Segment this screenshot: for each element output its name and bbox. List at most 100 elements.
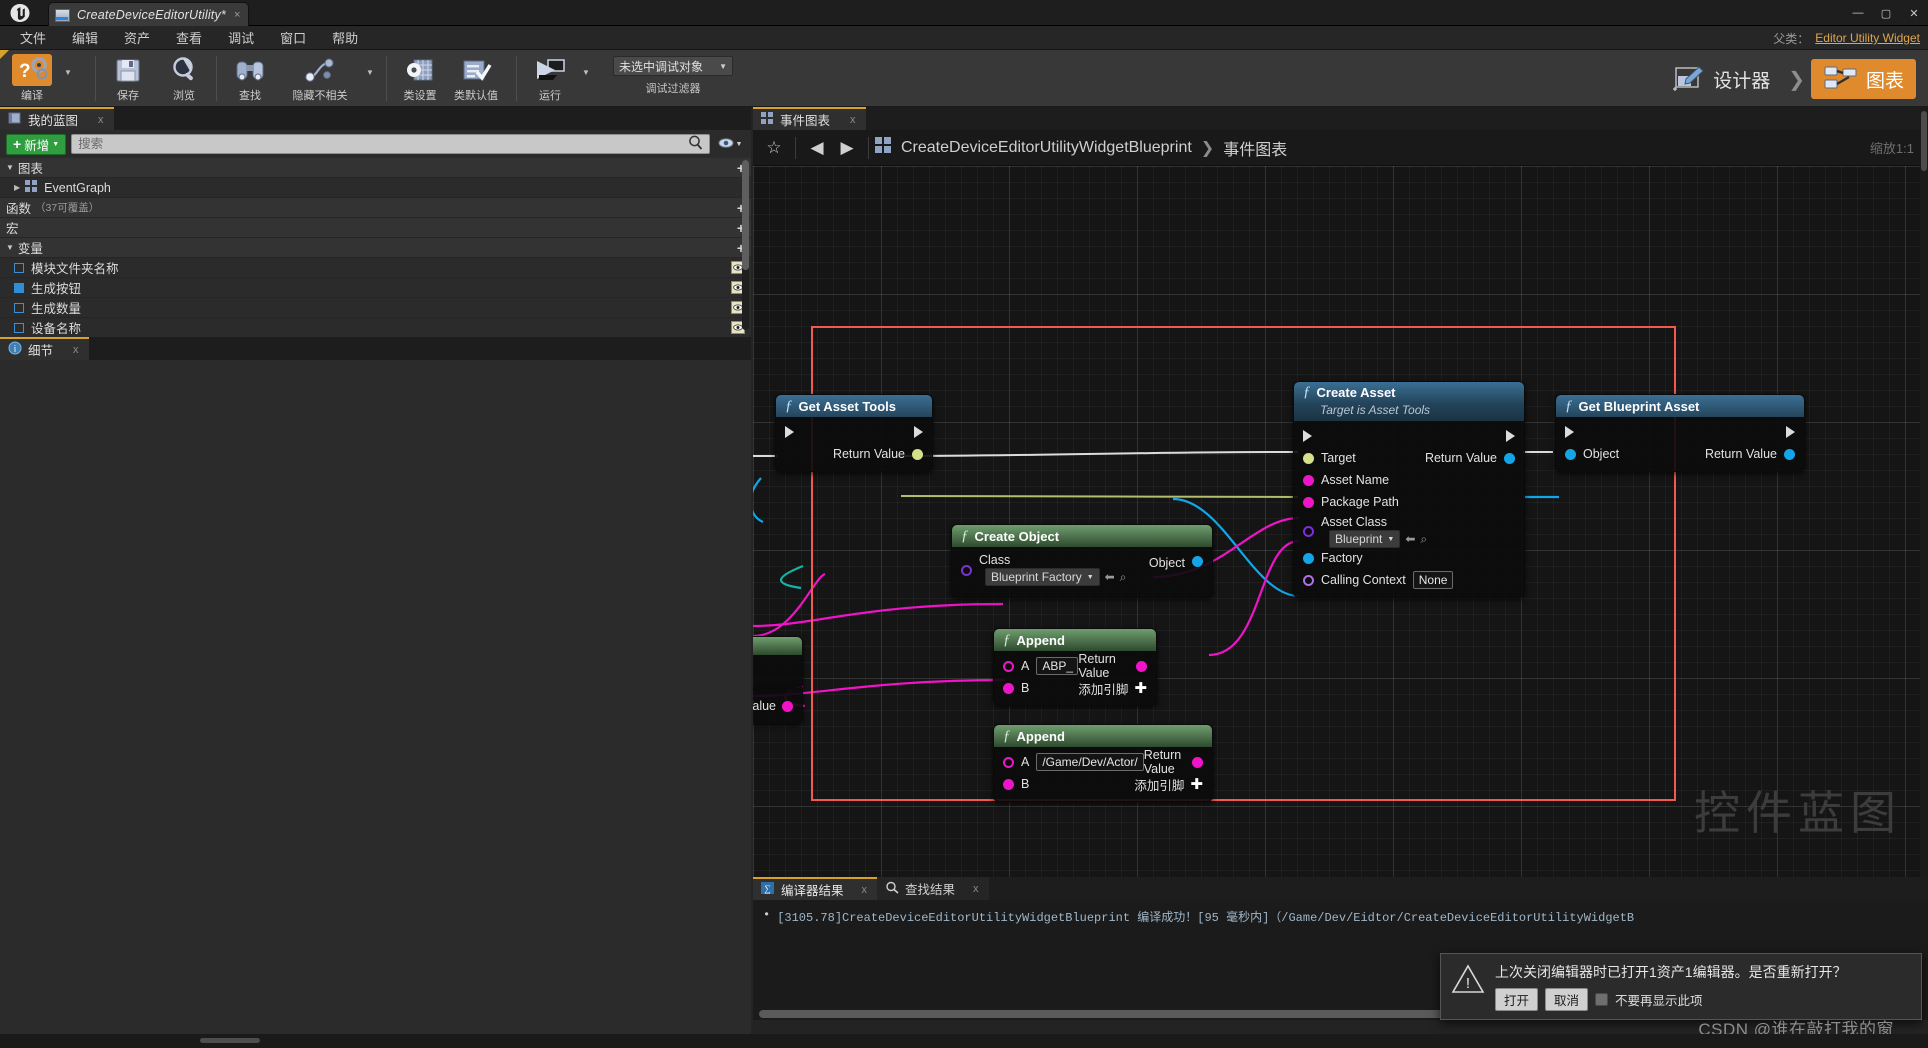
scrollbar-thumb[interactable]	[1921, 111, 1927, 171]
asset-class-input-pin[interactable]	[1303, 526, 1314, 537]
run-dropdown-arrow[interactable]: ▼	[578, 54, 594, 90]
tab-compiler-results[interactable]: ∑ 编译器结果 x	[753, 877, 878, 900]
my-blueprint-scrollbar[interactable]	[742, 160, 749, 330]
parent-class-link[interactable]: Editor Utility Widget	[1815, 31, 1920, 45]
favorite-star-icon[interactable]: ☆	[759, 133, 789, 163]
cancel-button[interactable]: 取消	[1545, 988, 1589, 1011]
variable-row[interactable]: 设备名称	[0, 318, 751, 334]
return-value-output-pin[interactable]	[1504, 452, 1515, 464]
node-append-1[interactable]: ƒ Append A ABP_ Return Value B 添加引脚 ✚	[993, 628, 1157, 706]
designer-mode-button[interactable]: 设计器	[1660, 59, 1782, 99]
node-create-object[interactable]: ƒ Create Object Class Blueprint Factory …	[951, 524, 1213, 598]
tab-compiler-results-close-icon[interactable]: x	[862, 884, 868, 896]
document-tab[interactable]: CreateDeviceEditorUtility* ×	[48, 2, 250, 26]
a-input-pin[interactable]	[1003, 756, 1014, 768]
add-new-button[interactable]: + 新增 ▼	[6, 133, 67, 155]
exec-output-pin[interactable]	[914, 426, 923, 438]
section-graphs[interactable]: ▼ 图表 +	[0, 158, 751, 178]
run-button[interactable]: 运行	[522, 54, 578, 103]
document-tab-close-icon[interactable]: ×	[234, 9, 240, 21]
add-pin-button[interactable]: 添加引脚 ✚	[1134, 775, 1203, 794]
class-combobox[interactable]: Blueprint Factory ▼	[985, 568, 1100, 586]
find-button[interactable]: 查找	[222, 54, 278, 103]
class-defaults-button[interactable]: 类默认值	[448, 54, 504, 103]
variable-row[interactable]: 生成数量	[0, 298, 751, 318]
node-get-asset-tools[interactable]: ƒ Get Asset Tools Return Value	[775, 394, 933, 472]
calling-context-value[interactable]: None	[1412, 571, 1454, 589]
menu-item-asset[interactable]: 资产	[112, 25, 162, 50]
section-variables[interactable]: ▼ 变量 +	[0, 238, 751, 258]
navigate-back-icon[interactable]: ◀	[802, 133, 832, 163]
browse-button[interactable]: 浏览	[156, 54, 212, 103]
menu-item-window[interactable]: 窗口	[268, 25, 318, 50]
debug-object-select[interactable]: 未选中调试对象 ▼	[613, 56, 733, 76]
maximize-button[interactable]: ▢	[1872, 0, 1900, 26]
tab-event-graph[interactable]: 事件图表 x	[753, 107, 866, 130]
return-value-output-pin[interactable]	[1136, 660, 1147, 672]
asset-class-combobox[interactable]: Blueprint ▼	[1329, 530, 1401, 548]
section-macros[interactable]: 宏 +	[0, 218, 751, 238]
tab-event-graph-close-icon[interactable]: x	[850, 114, 856, 126]
return-value-output-pin[interactable]	[1192, 756, 1203, 768]
object-output-pin[interactable]	[1192, 556, 1203, 567]
menu-item-debug[interactable]: 调试	[216, 25, 266, 50]
factory-input-pin[interactable]	[1303, 552, 1314, 564]
hide-unrelated-dropdown-arrow[interactable]: ▼	[362, 54, 378, 90]
variable-row[interactable]: 模块文件夹名称	[0, 258, 751, 278]
graph-mode-button[interactable]: 图表	[1810, 59, 1916, 99]
menu-item-view[interactable]: 查看	[164, 25, 214, 50]
calling-context-input-pin[interactable]	[1303, 574, 1314, 586]
graph-canvas[interactable]: Value ƒ Get Ass	[753, 166, 1928, 877]
exec-input-pin[interactable]	[785, 426, 794, 438]
target-input-pin[interactable]	[1303, 452, 1314, 464]
log-entry[interactable]: • [3105.78]CreateDeviceEditorUtilityWidg…	[763, 908, 1918, 925]
menu-item-edit[interactable]: 编辑	[60, 25, 110, 50]
menu-item-file[interactable]: 文件	[8, 25, 58, 50]
b-input-pin[interactable]	[1003, 682, 1014, 694]
node-get-blueprint-asset[interactable]: ƒ Get Blueprint Asset Object Return Valu…	[1555, 394, 1805, 472]
browse-asset-icon[interactable]: ⌕	[1120, 570, 1127, 585]
hide-unrelated-button[interactable]: 隐藏不相关	[278, 54, 362, 103]
class-input-pin[interactable]	[961, 565, 972, 576]
tab-my-blueprint[interactable]: 我的蓝图 x	[0, 107, 114, 130]
use-selected-asset-icon[interactable]: ⬅	[1405, 532, 1415, 546]
a-value-field[interactable]: ABP_	[1036, 657, 1079, 675]
package-path-input-pin[interactable]	[1303, 496, 1314, 508]
scrollbar-thumb[interactable]	[759, 1010, 1449, 1018]
return-value-output-pin[interactable]	[1784, 448, 1795, 460]
asset-name-input-pin[interactable]	[1303, 474, 1314, 486]
minimize-button[interactable]: —	[1844, 0, 1872, 26]
exec-input-pin[interactable]	[1303, 430, 1312, 442]
node-create-asset[interactable]: ƒ Create Asset Target is Asset Tools Tar…	[1293, 381, 1525, 598]
object-input-pin[interactable]	[1565, 448, 1576, 460]
partial-node-left[interactable]	[753, 636, 803, 690]
breadcrumb-root[interactable]: CreateDeviceEditorUtilityWidgetBlueprint	[901, 139, 1192, 157]
class-settings-button[interactable]: 类设置	[392, 54, 448, 103]
tab-details-close-icon[interactable]: x	[73, 344, 79, 356]
a-input-pin[interactable]	[1003, 660, 1014, 672]
collapse-triangle-icon[interactable]: ▶	[14, 183, 20, 192]
browse-asset-icon[interactable]: ⌕	[1420, 532, 1427, 547]
tab-find-results[interactable]: 查找结果 x	[877, 877, 989, 900]
return-value-output-pin[interactable]	[912, 448, 923, 460]
compile-button[interactable]: ? 编译	[4, 54, 60, 103]
visibility-options-button[interactable]: ▼	[715, 134, 745, 154]
section-functions[interactable]: 函数 （37可覆盖） +	[0, 198, 751, 218]
tab-details[interactable]: i 细节 x	[0, 337, 89, 360]
tab-find-results-close-icon[interactable]: x	[973, 883, 979, 895]
breadcrumb-leaf[interactable]: 事件图表	[1223, 136, 1287, 160]
tree-item-eventgraph[interactable]: ▶ EventGraph	[0, 178, 751, 198]
menu-item-help[interactable]: 帮助	[320, 25, 370, 50]
exec-output-pin[interactable]	[1786, 426, 1795, 438]
variable-row[interactable]: 生成按钮	[0, 278, 751, 298]
node-append-2[interactable]: ƒ Append A /Game/Dev/Actor/ Return Value…	[993, 724, 1213, 802]
graph-vertical-scrollbar[interactable]	[1920, 107, 1928, 877]
b-input-pin[interactable]	[1003, 778, 1014, 790]
search-input[interactable]	[78, 137, 688, 151]
a-value-field[interactable]: /Game/Dev/Actor/	[1036, 753, 1144, 771]
dont-show-checkbox[interactable]	[1595, 993, 1609, 1006]
save-button[interactable]: 保存	[100, 54, 156, 103]
tab-my-blueprint-close-icon[interactable]: x	[98, 114, 104, 126]
add-pin-button[interactable]: 添加引脚 ✚	[1078, 679, 1147, 698]
scrollbar-thumb[interactable]	[742, 160, 749, 270]
